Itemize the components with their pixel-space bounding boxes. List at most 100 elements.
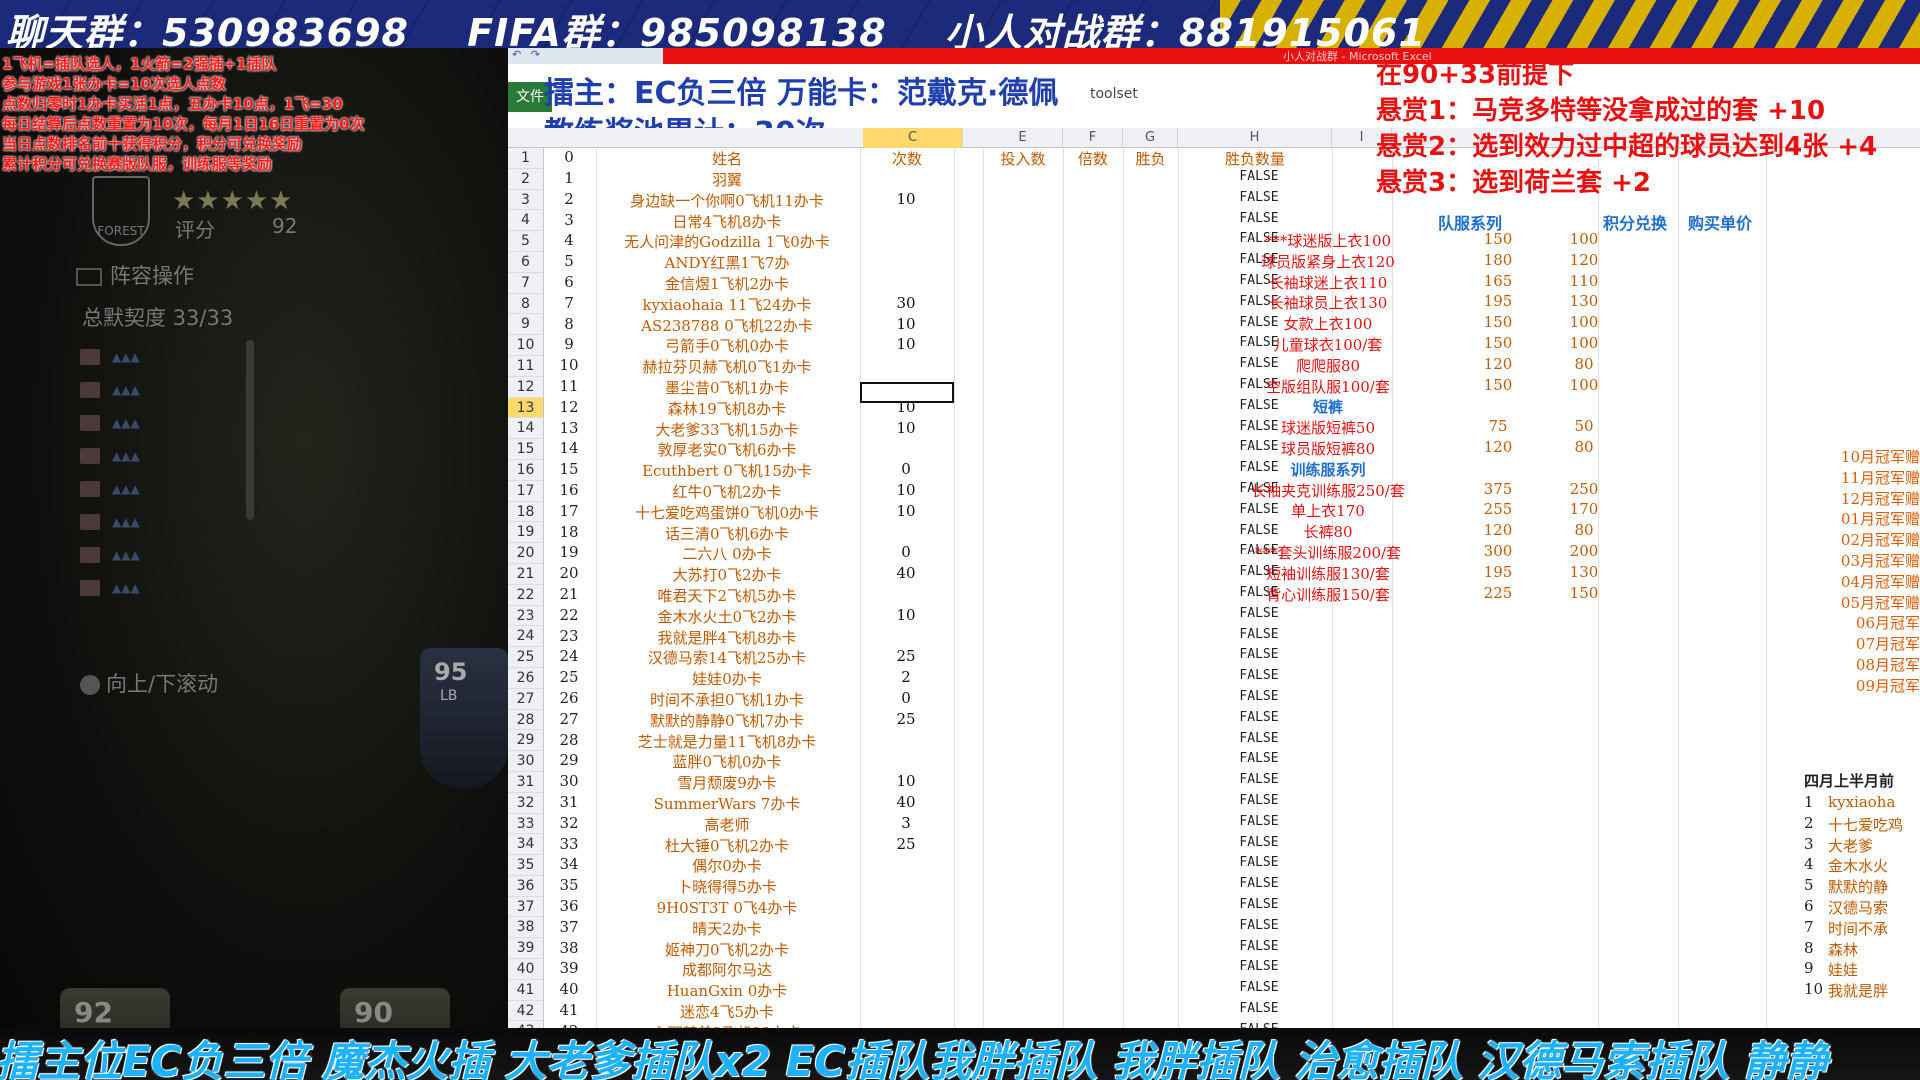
row-number[interactable]: 37 (508, 896, 544, 918)
cell-index[interactable]: 39 (544, 959, 594, 977)
league-row[interactable]: ▲▲▲ (80, 538, 250, 571)
header-cell[interactable]: 次数 (860, 148, 954, 169)
rank-name[interactable]: 娃娃 (1828, 959, 1858, 980)
cell-count[interactable]: 25 (860, 647, 952, 665)
cell-name[interactable]: 蓝胖0飞机0办卡 (596, 751, 858, 772)
league-row[interactable]: ▲▲▲ (80, 571, 250, 604)
row-number[interactable]: 38 (508, 917, 544, 939)
row-number[interactable]: 35 (508, 855, 544, 876)
cell-name[interactable]: 我就是胖4飞机8办卡 (596, 627, 858, 648)
cell-count[interactable]: 2 (860, 668, 952, 686)
shop-item-price[interactable]: 80 (1544, 438, 1624, 456)
row-number[interactable]: 41 (508, 979, 544, 1001)
header-cell[interactable]: 投入数 (983, 148, 1063, 169)
cell-winlose-count[interactable]: FALSE (1184, 211, 1334, 226)
rank-index[interactable]: 4 (1804, 855, 1814, 873)
cell-count[interactable]: 25 (860, 710, 952, 728)
shop-item-price[interactable]: 250 (1544, 480, 1624, 498)
shop-item-points[interactable]: 225 (1458, 584, 1538, 602)
shop-item-name[interactable]: 单上衣170 (1208, 500, 1448, 521)
shop-item-name[interactable]: 球迷版短裤50 (1208, 417, 1448, 438)
monthly-champion-cell[interactable]: 02月冠军赠 (1808, 529, 1920, 550)
cell-index[interactable]: 41 (544, 1001, 594, 1019)
shop-item-points[interactable]: 150 (1458, 230, 1538, 248)
shop-item-price[interactable]: 100 (1544, 334, 1624, 352)
monthly-champion-cell[interactable]: 10月冠军赠 (1808, 446, 1920, 467)
shop-item-points[interactable]: 75 (1458, 417, 1538, 435)
cell-count[interactable]: 10 (860, 606, 952, 624)
cell-winlose-count[interactable]: FALSE (1184, 939, 1334, 954)
row-number[interactable]: 1 (508, 148, 544, 169)
shop-item-points[interactable]: 150 (1458, 334, 1538, 352)
row-number[interactable]: 4 (508, 210, 544, 232)
cell-winlose-count[interactable]: FALSE (1184, 668, 1334, 683)
cell-count[interactable]: 25 (860, 835, 952, 853)
rank-index[interactable]: 9 (1804, 959, 1814, 977)
cell-index[interactable]: 38 (544, 939, 594, 957)
shop-item-points[interactable]: 195 (1458, 292, 1538, 310)
cell-index[interactable]: 23 (544, 627, 594, 645)
shop-item-name[interactable]: 女款上衣100 (1208, 313, 1448, 334)
shop-item-price[interactable]: 170 (1544, 500, 1624, 518)
cell-count[interactable]: 3 (860, 814, 952, 832)
rank-name[interactable]: 大老爹 (1828, 835, 1873, 856)
cell-index[interactable]: 1 (544, 169, 594, 187)
cell-name[interactable]: 默默的静静0飞机7办卡 (596, 710, 858, 731)
cell-winlose-count[interactable]: FALSE (1184, 647, 1334, 662)
cell-winlose-count[interactable]: FALSE (1184, 793, 1334, 808)
shop-item-price[interactable]: 130 (1544, 563, 1624, 581)
cell-index[interactable]: 22 (544, 606, 594, 624)
league-scrollbar[interactable] (246, 340, 254, 520)
monthly-champion-cell[interactable]: 09月冠军 (1808, 675, 1920, 696)
row-number[interactable]: 40 (508, 959, 544, 980)
cell-name[interactable]: 偶尔0办卡 (596, 855, 858, 876)
rank-name[interactable]: 金木水火 (1828, 855, 1888, 876)
cell-name[interactable]: SummerWars 7办卡 (596, 793, 858, 814)
monthly-champion-cell[interactable]: 01月冠军赠 (1808, 508, 1920, 529)
league-row[interactable]: ▲▲▲ (80, 505, 250, 538)
shop-item-name[interactable]: 长袖夹克训练服250/套 (1208, 480, 1448, 501)
cell-name[interactable]: 芝士就是力量11飞机8办卡 (596, 731, 858, 752)
row-number[interactable]: 29 (508, 730, 544, 752)
shop-item-points[interactable]: 120 (1458, 438, 1538, 456)
shop-item-name[interactable]: 球员版短裤80 (1208, 438, 1448, 459)
cell-winlose-count[interactable]: FALSE (1184, 959, 1334, 974)
column-header[interactable]: F (1063, 128, 1123, 148)
cell-name[interactable]: 日常4飞机8办卡 (596, 211, 858, 232)
shop-item-points[interactable]: 150 (1458, 376, 1538, 394)
rank-index[interactable]: 3 (1804, 835, 1814, 853)
cell-index[interactable]: 25 (544, 668, 594, 686)
row-number[interactable]: 33 (508, 813, 544, 835)
cell-index[interactable]: 29 (544, 751, 594, 769)
cell-name[interactable]: 9H0ST3T 0飞4办卡 (596, 897, 858, 918)
cell-index[interactable]: 3 (544, 211, 594, 229)
cell-name[interactable]: 汉德马索14飞机25办卡 (596, 647, 858, 668)
rank-name[interactable]: 十七爱吃鸡 (1828, 814, 1903, 835)
row-number[interactable]: 3 (508, 189, 544, 211)
cell-name[interactable]: 卜晓得得5办卡 (596, 876, 858, 897)
cell-name[interactable]: 娃娃0办卡 (596, 668, 858, 689)
column-header[interactable]: E (983, 128, 1063, 148)
league-row[interactable]: ▲▲▲ (80, 406, 250, 439)
rank-index[interactable]: 2 (1804, 814, 1814, 832)
shop-item-price[interactable]: 110 (1544, 272, 1624, 290)
shop-item-price[interactable]: 120 (1544, 251, 1624, 269)
shop-item-points[interactable]: 375 (1458, 480, 1538, 498)
cell-index[interactable]: 34 (544, 855, 594, 873)
cell-winlose-count[interactable]: FALSE (1184, 918, 1334, 933)
shop-item-price[interactable]: 80 (1544, 521, 1624, 539)
cell-name[interactable]: 时间不承担0飞机1办卡 (596, 689, 858, 710)
header-cell[interactable]: 倍数 (1063, 148, 1123, 169)
header-cell[interactable]: 姓名 (596, 148, 858, 169)
row-number[interactable]: 30 (508, 751, 544, 772)
cell-winlose-count[interactable]: FALSE (1184, 190, 1334, 205)
cell-index[interactable]: 36 (544, 897, 594, 915)
row-number[interactable]: 26 (508, 667, 544, 689)
league-row[interactable]: ▲▲▲ (80, 373, 250, 406)
cell-index[interactable]: 33 (544, 835, 594, 853)
monthly-champion-cell[interactable]: 06月冠军 (1808, 612, 1920, 633)
shop-item-name[interactable]: 长袖球员上衣130 (1208, 292, 1448, 313)
cell-index[interactable]: 24 (544, 647, 594, 665)
rank-index[interactable]: 6 (1804, 897, 1814, 915)
row-number[interactable]: 34 (508, 834, 544, 856)
